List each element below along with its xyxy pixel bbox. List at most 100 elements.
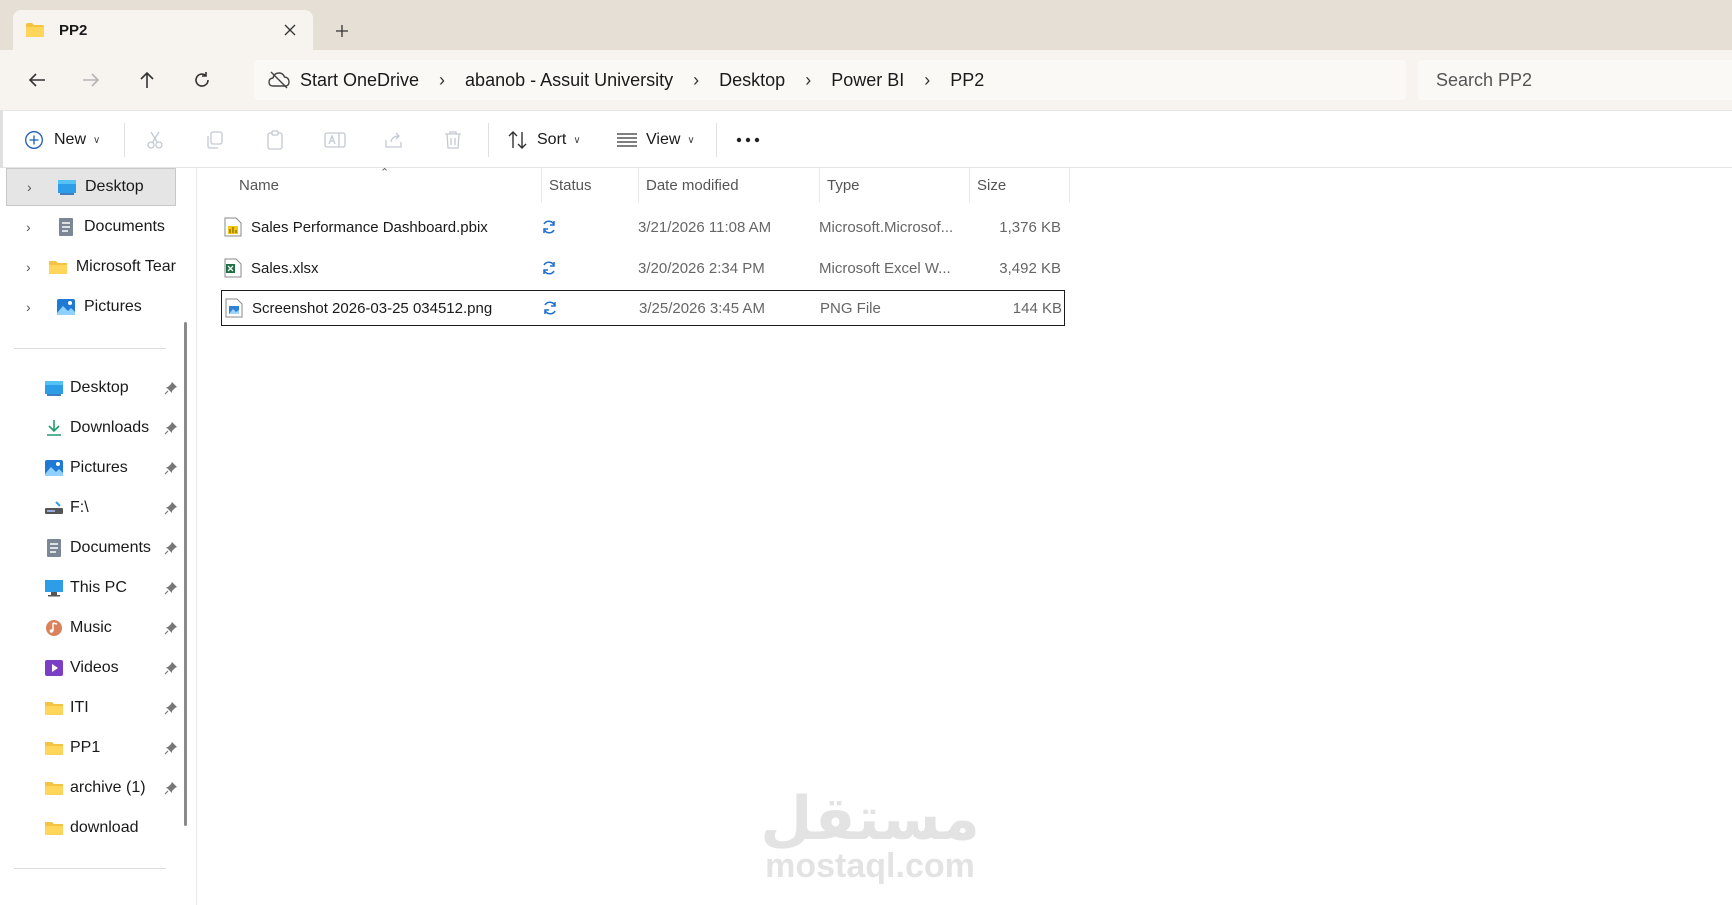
pin-icon[interactable]: [164, 621, 178, 635]
column-header-name[interactable]: Name: [197, 168, 542, 202]
quick-access-label: This PC: [70, 579, 127, 596]
column-header-date-modified[interactable]: Date modified: [639, 168, 820, 202]
pin-icon[interactable]: [164, 701, 178, 715]
column-header-type[interactable]: Type: [820, 168, 970, 202]
pin-icon[interactable]: [164, 381, 178, 395]
pin-icon[interactable]: [164, 781, 178, 795]
paste-icon[interactable]: [265, 123, 285, 157]
sidebar-item-label: Desktop: [85, 178, 144, 195]
chevron-right-icon[interactable]: ›: [693, 70, 699, 91]
quick-access-pictures[interactable]: Pictures: [44, 450, 178, 486]
breadcrumb-pp2[interactable]: PP2: [950, 70, 984, 91]
music-icon: [46, 620, 62, 636]
breadcrumb-desktop[interactable]: Desktop: [719, 70, 785, 91]
chevron-right-icon[interactable]: ›: [26, 299, 42, 315]
pin-icon[interactable]: [164, 541, 178, 555]
quick-access-archive[interactable]: archive (1): [44, 770, 178, 806]
close-icon[interactable]: [275, 15, 305, 45]
quick-access-pp1[interactable]: PP1: [44, 730, 178, 766]
sort-button[interactable]: Sort ∨: [507, 123, 581, 157]
sync-icon: [542, 291, 572, 325]
pin-icon[interactable]: [164, 421, 178, 435]
search-input[interactable]: Search PP2: [1418, 60, 1732, 100]
plus-icon[interactable]: [327, 16, 357, 46]
file-name: Sales.xlsx: [251, 259, 319, 277]
excel-file-icon: [224, 258, 242, 278]
chevron-right-icon[interactable]: ›: [805, 70, 811, 91]
refresh-icon[interactable]: [186, 64, 218, 96]
pin-icon[interactable]: [164, 661, 178, 675]
folder-icon: [48, 261, 67, 274]
view-button[interactable]: View ∨: [616, 123, 695, 157]
folder-icon: [45, 782, 63, 795]
delete-icon[interactable]: [444, 123, 462, 157]
pbix-file-icon: [224, 217, 242, 237]
videos-icon: [45, 660, 63, 676]
pin-icon[interactable]: [164, 501, 178, 515]
tab-strip: PP2: [0, 0, 1732, 50]
chevron-right-icon[interactable]: ›: [924, 70, 930, 91]
quick-access-iti[interactable]: ITI: [44, 690, 178, 726]
navigation-bar: Start OneDrive › abanob - Assuit Univers…: [0, 50, 1732, 110]
tab-pp2[interactable]: PP2: [13, 10, 313, 50]
copy-icon[interactable]: [205, 123, 225, 157]
column-header-status[interactable]: Status: [542, 168, 639, 202]
pin-icon[interactable]: [164, 461, 178, 475]
chevron-right-icon[interactable]: ›: [27, 179, 43, 195]
quick-access-desktop[interactable]: Desktop: [44, 370, 178, 406]
file-date: 3/20/2026 2:34 PM: [638, 259, 765, 277]
sidebar-item-label: Pictures: [84, 298, 142, 315]
pin-icon[interactable]: [164, 741, 178, 755]
forward-arrow-icon[interactable]: [75, 64, 107, 96]
folder-icon: [45, 742, 63, 755]
sidebar-item-desktop[interactable]: › Desktop: [6, 168, 176, 206]
column-header-size[interactable]: Size: [970, 168, 1070, 202]
quick-access-music[interactable]: Music: [44, 610, 178, 646]
file-type: Microsoft Excel W...: [819, 259, 951, 277]
plus-circle-icon: [25, 131, 43, 149]
sidebar-item-documents[interactable]: › Documents: [6, 208, 176, 246]
chevron-down-icon: ∨: [573, 134, 581, 146]
quick-access-downloads[interactable]: Downloads: [44, 410, 178, 446]
file-size: 1,376 KB: [999, 218, 1061, 236]
breadcrumb-power-bi[interactable]: Power BI: [831, 70, 904, 91]
breadcrumb-onedrive[interactable]: Start OneDrive: [300, 70, 419, 91]
breadcrumb-university[interactable]: abanob - Assuit University: [465, 70, 673, 91]
up-arrow-icon[interactable]: [131, 64, 163, 96]
quick-access-label: archive (1): [70, 779, 146, 796]
quick-access-label: PP1: [70, 739, 101, 756]
more-options-icon[interactable]: [736, 123, 760, 157]
drive-icon: [45, 501, 63, 514]
sidebar-scrollbar[interactable]: [184, 322, 187, 826]
quick-access-label: Downloads: [70, 419, 150, 436]
quick-access-download[interactable]: download: [44, 810, 178, 846]
quick-access-label: Pictures: [70, 459, 128, 476]
view-button-label: View: [646, 131, 681, 148]
file-row[interactable]: Sales Performance Dashboard.pbix 3/21/20…: [221, 210, 1065, 246]
share-icon[interactable]: [384, 123, 404, 157]
quick-access-label: download: [70, 819, 139, 836]
documents-icon: [59, 218, 73, 236]
chevron-right-icon[interactable]: ›: [439, 70, 445, 91]
back-arrow-icon[interactable]: [21, 64, 53, 96]
chevron-right-icon[interactable]: ›: [26, 219, 42, 235]
quick-access-f-drive[interactable]: F:\: [44, 490, 178, 526]
rename-icon[interactable]: [324, 123, 346, 157]
quick-access-documents[interactable]: Documents: [44, 530, 178, 566]
tab-title: PP2: [59, 21, 88, 39]
quick-access-this-pc[interactable]: This PC: [44, 570, 178, 606]
file-row[interactable]: Screenshot 2026-03-25 034512.png 3/25/20…: [221, 290, 1065, 326]
sidebar-item-pictures[interactable]: › Pictures: [6, 288, 176, 326]
sync-icon: [541, 210, 571, 244]
cut-icon[interactable]: [145, 123, 165, 157]
address-bar[interactable]: Start OneDrive › abanob - Assuit Univers…: [254, 60, 1406, 100]
watermark: مستقل mostaql.com: [760, 789, 980, 885]
sidebar-item-microsoft-teams[interactable]: › Microsoft Tear: [6, 248, 176, 286]
pin-icon[interactable]: [164, 581, 178, 595]
quick-access-videos[interactable]: Videos: [44, 650, 178, 686]
new-button[interactable]: New ∨: [24, 123, 100, 157]
sync-icon: [541, 251, 571, 285]
chevron-right-icon[interactable]: ›: [26, 259, 34, 275]
quick-access-label: Videos: [70, 659, 119, 676]
file-row[interactable]: Sales.xlsx 3/20/2026 2:34 PM Microsoft E…: [221, 251, 1065, 287]
